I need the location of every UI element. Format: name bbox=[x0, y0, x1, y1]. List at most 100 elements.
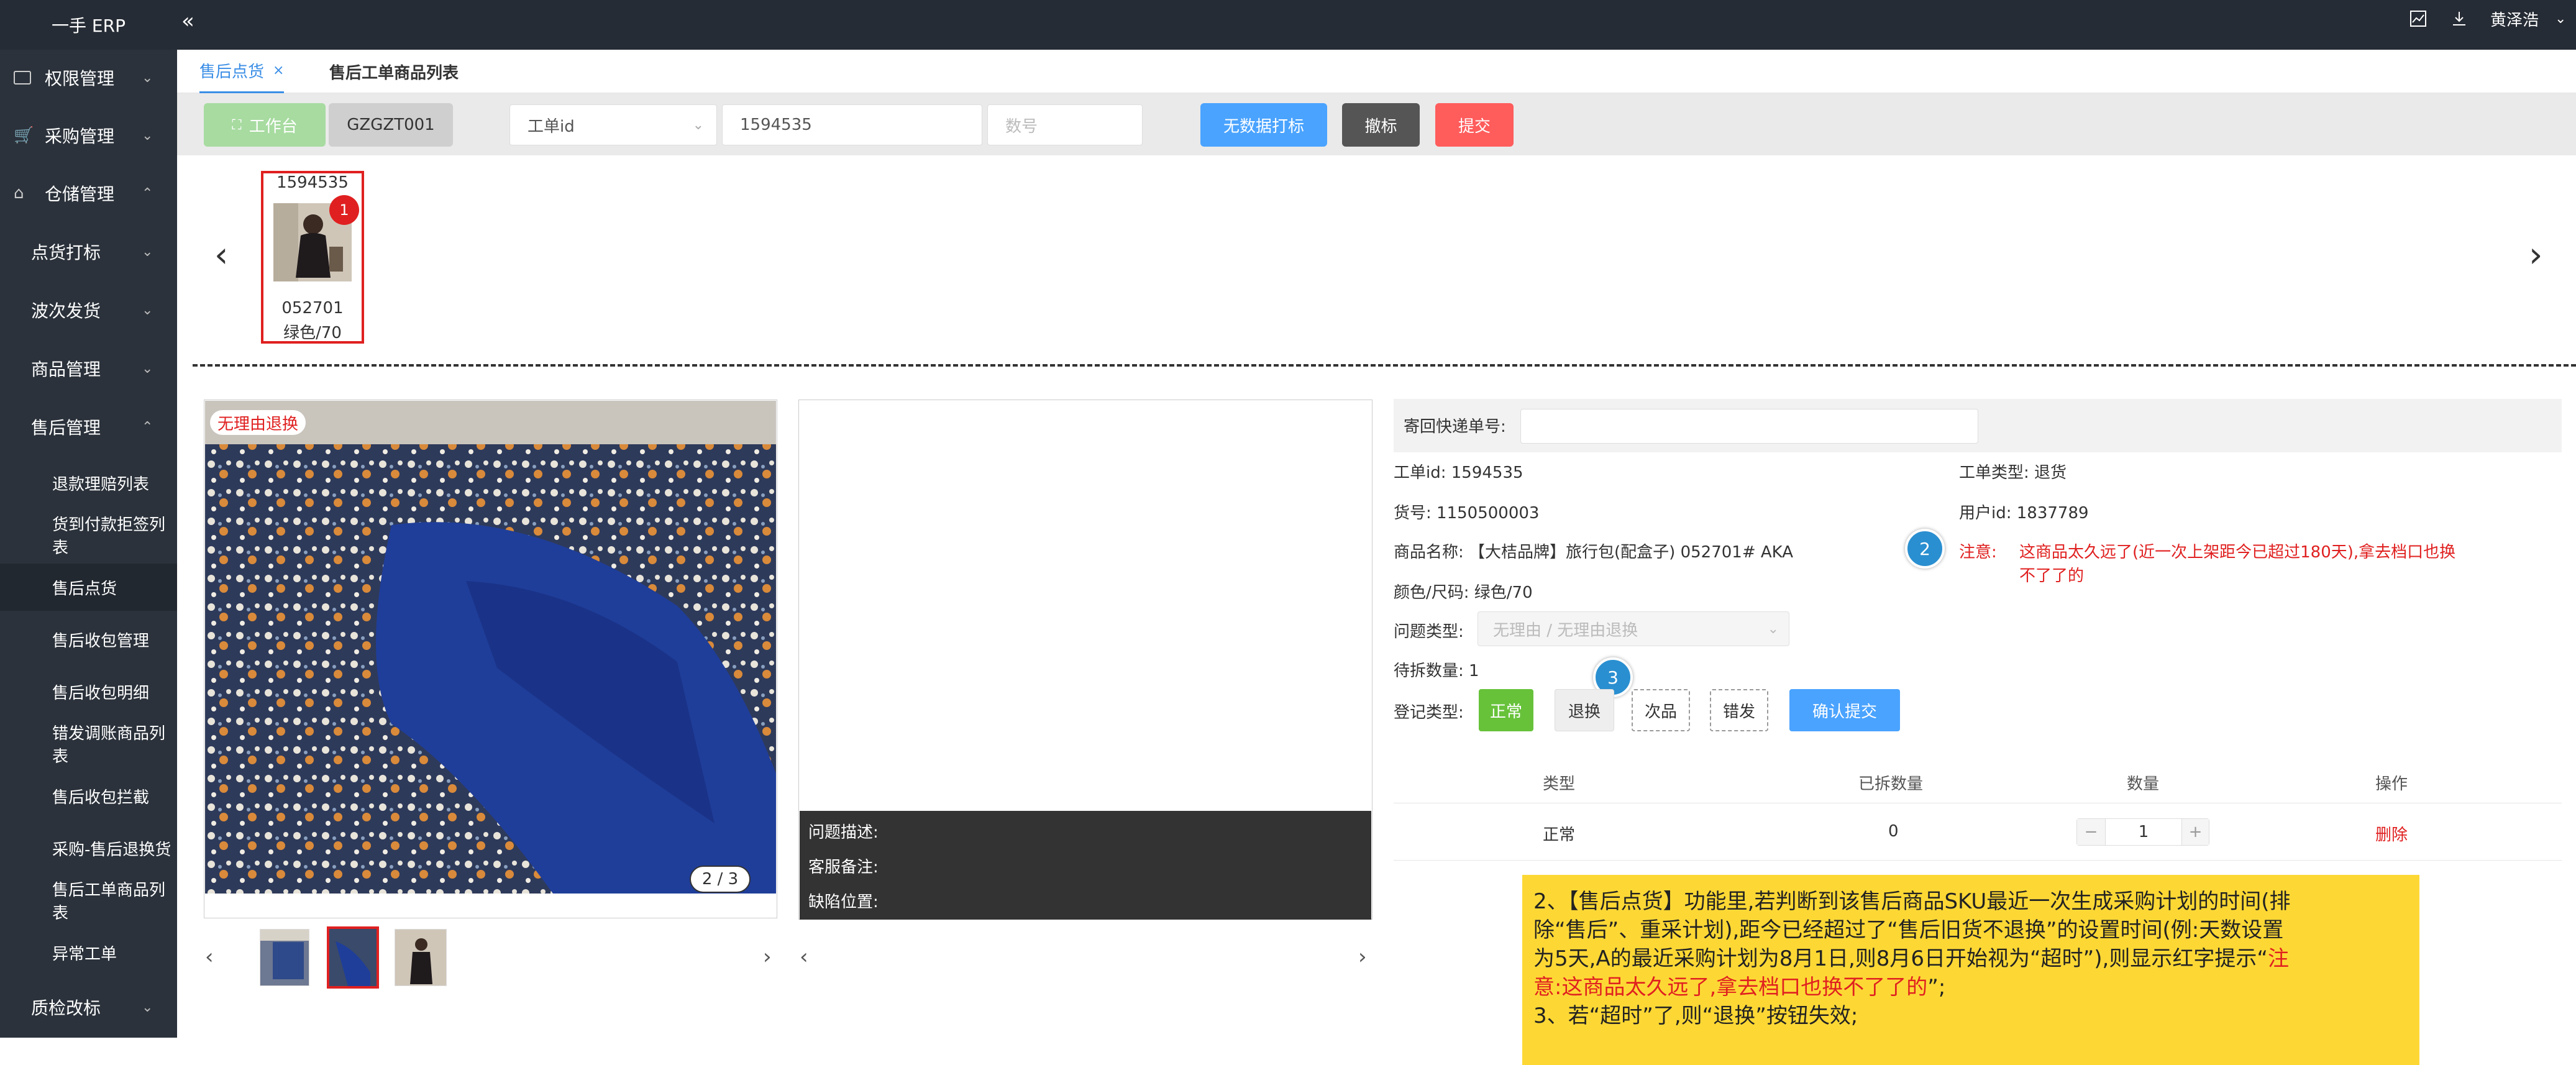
collapse-sidebar-icon[interactable]: « bbox=[181, 9, 194, 34]
card-count-badge: 1 bbox=[329, 195, 359, 225]
sidebar-item-wrong-shipment[interactable]: 错发调账商品列表 bbox=[0, 720, 177, 767]
card-spec: 绿色/70 bbox=[283, 324, 342, 342]
return-express-label: 寄回快递单号: bbox=[1404, 418, 1506, 436]
main-photo[interactable] bbox=[205, 401, 776, 894]
select-value: 工单id bbox=[528, 117, 575, 136]
plus-button[interactable]: + bbox=[2181, 819, 2209, 845]
sidebar-item-qc-relabel[interactable]: 质检改标 ⌄ bbox=[0, 984, 177, 1031]
goods-no-text: 货号: 1150500003 bbox=[1394, 504, 1540, 523]
register-type-label: 登记类型: bbox=[1394, 703, 1464, 722]
register-return-button[interactable]: 退换 bbox=[1555, 689, 1614, 731]
defect-label: 缺陷位置: bbox=[808, 893, 879, 912]
sidebar-item-package-receive[interactable]: 售后收包管理 bbox=[0, 616, 177, 663]
no-data-tag-button[interactable]: 无数据打标 bbox=[1200, 103, 1327, 147]
delete-link[interactable]: 删除 bbox=[2375, 822, 2408, 845]
chevron-down-icon: ⌄ bbox=[142, 302, 153, 318]
next-arrow-icon[interactable]: › bbox=[2529, 235, 2542, 275]
workbench-label: 工作台 bbox=[249, 117, 298, 136]
sidebar-item-label: 采购-售后退换货 bbox=[52, 840, 171, 859]
note-prefix: 注意: bbox=[1959, 543, 1997, 562]
sidebar-item-wave-shipping[interactable]: 波次发货 ⌄ bbox=[0, 286, 177, 334]
sidebar-item-after-sales[interactable]: 售后管理 ⌃ bbox=[0, 403, 177, 450]
sidebar-item-package-intercept[interactable]: 售后收包拦截 bbox=[0, 772, 177, 820]
sidebar-item-warehouse[interactable]: ⌂ 仓储管理 ⌃ bbox=[0, 170, 177, 217]
row-split-qty: 0 bbox=[1888, 822, 1899, 841]
tab-label: 售后点货 bbox=[199, 63, 265, 81]
sidebar-item-label: 质检改标 bbox=[31, 998, 101, 1018]
chevron-down-icon: ⌄ bbox=[1767, 621, 1779, 637]
prev-arrow-icon[interactable]: ‹ bbox=[214, 235, 228, 275]
tab-label: 售后工单商品列表 bbox=[329, 63, 459, 83]
photo-next-icon[interactable]: › bbox=[763, 944, 772, 969]
photo-thumb[interactable] bbox=[395, 929, 447, 986]
chart-icon[interactable] bbox=[2409, 0, 2427, 37]
user-menu-chevron-icon[interactable]: ⌄ bbox=[2555, 0, 2566, 37]
chevron-up-icon: ⌃ bbox=[142, 419, 153, 435]
sidebar-item-permissions[interactable]: 权限管理 ⌄ bbox=[0, 54, 177, 101]
goods-name-text: 商品名称: 【大桔品牌】旅行包(配盒子) 052701# AKA bbox=[1394, 543, 1794, 562]
sidebar-item-label: 波次发货 bbox=[31, 301, 101, 321]
sidebar-item-label: 仓储管理 bbox=[45, 184, 115, 204]
sidebar-item-refund-list[interactable]: 退款理赔列表 bbox=[0, 459, 177, 506]
photo-counter: 2 / 3 bbox=[690, 866, 751, 893]
confirm-submit-button[interactable]: 确认提交 bbox=[1789, 689, 1900, 731]
note-line: 意:这商品太久远了,拿去档口也换不了了的”; bbox=[1533, 973, 2408, 1002]
sidebar-item-label: 售后工单商品列表 bbox=[52, 881, 166, 923]
register-wrong-button[interactable]: 错发 bbox=[1710, 689, 1768, 731]
sidebar-item-label: 采购管理 bbox=[45, 126, 115, 147]
note-red-text: 注 bbox=[2267, 946, 2289, 971]
chevron-down-icon: ⌄ bbox=[142, 999, 153, 1015]
remark-label: 客服备注: bbox=[808, 858, 879, 877]
sidebar-item-package-detail[interactable]: 售后收包明细 bbox=[0, 668, 177, 715]
note-text: ”; bbox=[1927, 975, 1946, 1000]
toolbar: ⛶ 工作台 GZGZT001 工单id ⌄ 1594535 数号 无数据打标 撤… bbox=[177, 93, 2576, 155]
photo-thumb[interactable] bbox=[260, 929, 309, 986]
close-icon[interactable]: × bbox=[273, 63, 284, 78]
issue-type-label: 问题类型: bbox=[1394, 623, 1464, 641]
sidebar-item-goods[interactable]: 商品管理 ⌄ bbox=[0, 345, 177, 392]
submit-button[interactable]: 提交 bbox=[1435, 103, 1514, 147]
photo-thumb-selected[interactable] bbox=[327, 926, 379, 989]
description-caption: 问题描述: 客服备注: 缺陷位置: bbox=[800, 811, 1371, 920]
user-name[interactable]: 黄泽浩 bbox=[2490, 0, 2539, 37]
sidebar-item-work-order-goods[interactable]: 售后工单商品列表 bbox=[0, 877, 177, 924]
goods-card[interactable]: 1594535 1 052701 绿色/70 bbox=[261, 171, 364, 344]
register-defect-button[interactable]: 次品 bbox=[1632, 689, 1690, 731]
sidebar-item-exception-orders[interactable]: 异常工单 bbox=[0, 929, 177, 976]
note-red-text: 意:这商品太久远了,拿去档口也换不了了的 bbox=[1533, 975, 1928, 1000]
sidebar-item-after-sales-check[interactable]: 售后点货 bbox=[0, 564, 177, 611]
tab-bar: 售后点货 × 售后工单商品列表 bbox=[177, 50, 2576, 93]
sidebar-item-label: 货到付款拒签列表 bbox=[52, 516, 166, 557]
desc-prev-icon[interactable]: ‹ bbox=[800, 944, 808, 969]
minus-button[interactable]: − bbox=[2077, 819, 2106, 845]
expand-icon: ⛶ bbox=[232, 117, 242, 133]
tab-after-sales-check[interactable]: 售后点货 × bbox=[199, 50, 285, 93]
tab-work-order-goods[interactable]: 售后工单商品列表 bbox=[329, 50, 459, 93]
photo-prev-icon[interactable]: ‹ bbox=[205, 944, 214, 969]
qty-stepper[interactable]: − 1 + bbox=[2076, 818, 2209, 846]
order-id-input[interactable]: 1594535 bbox=[722, 104, 982, 145]
search-field-select[interactable]: 工单id ⌄ bbox=[509, 104, 717, 145]
return-express-input[interactable] bbox=[1520, 409, 1978, 444]
sidebar-item-purchase-return[interactable]: 采购-售后退换货 bbox=[0, 825, 177, 872]
sidebar-item-label: 点货打标 bbox=[31, 242, 101, 263]
qty-value[interactable]: 1 bbox=[2106, 819, 2181, 845]
sidebar-item-tagging[interactable]: 点货打标 ⌄ bbox=[0, 228, 177, 275]
aging-warning-line2: 不了了的 bbox=[2019, 567, 2085, 585]
desc-next-icon[interactable]: › bbox=[1358, 944, 1367, 969]
chevron-down-icon: ⌄ bbox=[142, 127, 153, 144]
register-normal-button[interactable]: 正常 bbox=[1479, 689, 1533, 731]
home-icon: ⌂ bbox=[14, 184, 24, 203]
sidebar-item-label: 商品管理 bbox=[31, 359, 101, 380]
sidebar-item-label: 售后收包拦截 bbox=[52, 788, 150, 807]
sidebar-item-purchasing[interactable]: 🛒 采购管理 ⌄ bbox=[0, 112, 177, 159]
top-bar: 一手 ERP « 黄泽浩 ⌄ bbox=[0, 0, 2576, 50]
workbench-button[interactable]: ⛶ 工作台 bbox=[204, 103, 326, 147]
id-card-icon bbox=[14, 71, 31, 85]
sidebar-item-cod-reject[interactable]: 货到付款拒签列表 bbox=[0, 511, 177, 559]
download-icon[interactable] bbox=[2450, 0, 2468, 37]
user-id-text: 用户id: 1837789 bbox=[1959, 504, 2089, 523]
count-input[interactable]: 数号 bbox=[987, 104, 1143, 145]
undo-tag-button[interactable]: 撤标 bbox=[1342, 103, 1420, 147]
issue-type-select[interactable]: 无理由 / 无理由退换 ⌄ bbox=[1478, 611, 1789, 646]
